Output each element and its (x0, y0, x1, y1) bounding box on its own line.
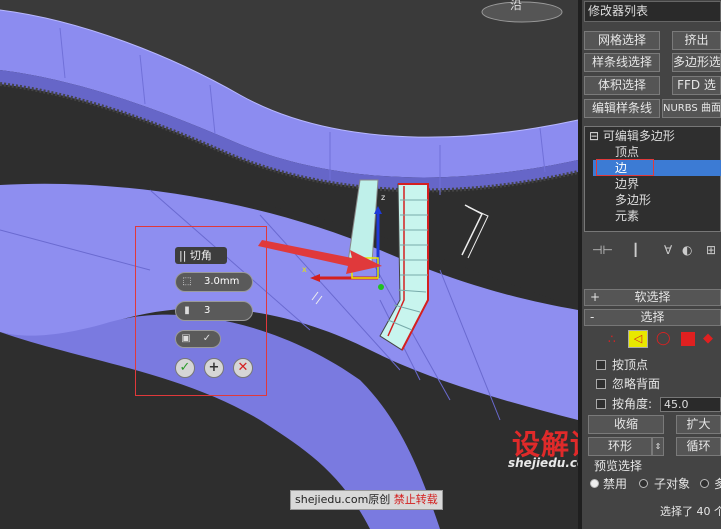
by-angle-checkbox[interactable] (596, 399, 606, 409)
ffd-select-button[interactable]: FFD 选 (672, 76, 721, 95)
show-end-result-icon[interactable]: ┃ (632, 243, 639, 257)
preview-selection-label: 预览选择 (594, 459, 643, 473)
svg-text:x: x (302, 265, 307, 274)
edit-spline-button[interactable]: 编辑样条线 (584, 99, 660, 118)
shrink-button[interactable]: 收缩 (588, 415, 664, 434)
chamfer-segments-value: 3 (204, 305, 211, 316)
element-mode-icon[interactable]: ◆ (703, 332, 717, 346)
ignore-backfacing-label: 忽略背面 (612, 377, 661, 391)
soft-select-rollout[interactable]: + 软选择 (584, 289, 721, 306)
configure-sets-icon[interactable]: ⊞ (706, 243, 716, 257)
stack-item-element[interactable]: 元素 (615, 208, 639, 224)
svg-text:z: z (381, 193, 385, 202)
spline-select-button[interactable]: 样条线选择 (584, 53, 660, 72)
stack-item-polygon[interactable]: 多边形 (615, 192, 651, 208)
expand-icon: + (590, 290, 601, 304)
segments-icon: ▮ (184, 305, 190, 316)
viewport-geometry: x z (0, 0, 578, 529)
subobject-radio[interactable] (639, 479, 648, 488)
extrude-button[interactable]: 挤出 (672, 31, 721, 50)
angle-field[interactable]: 45.0 (660, 397, 721, 412)
modifier-stack: ⊟ 可编辑多边形 顶点 边 边界 多边形 元素 (584, 126, 721, 232)
volume-select-button[interactable]: 体积选择 (584, 76, 660, 95)
plus-icon: + (208, 360, 220, 375)
chamfer-segments-spinner[interactable]: ▮ 3 (175, 301, 253, 321)
apply-button[interactable]: + (204, 358, 224, 378)
watermark-notice: 禁止转载 (393, 493, 438, 506)
check-icon: ✓ (179, 360, 191, 375)
disable-radio[interactable] (590, 479, 599, 488)
loop-button[interactable]: 循环 (676, 437, 721, 456)
by-vertex-checkbox[interactable] (596, 360, 606, 370)
open-chamfer-toggle[interactable]: ▣ ✓ (175, 330, 221, 348)
check-small-icon: ✓ (202, 333, 212, 344)
grow-button[interactable]: 扩大 (676, 415, 721, 434)
panel-divider[interactable] (578, 0, 582, 529)
open-chamfer-icon: ▣ (181, 333, 191, 344)
pin-stack-icon[interactable]: ⊣⊢ (592, 243, 613, 257)
viewport[interactable]: x z 沿 (0, 0, 578, 529)
stack-tools: ⊣⊢ ┃ ∀ ◐ ⊞ (584, 243, 721, 261)
watermark-bar: shejiedu.com原创 禁止转载 (290, 490, 443, 510)
disable-label: 禁用 (603, 477, 628, 491)
chamfer-amount-spinner[interactable]: ⬚ 3.0mm (175, 272, 253, 292)
vertex-mode-icon[interactable]: ∴ (608, 332, 622, 346)
stack-item-border[interactable]: 边界 (615, 176, 639, 192)
polygon-mode-icon[interactable] (681, 332, 695, 346)
modifier-list-dropdown[interactable]: 修改器列表 (584, 1, 721, 22)
stack-root[interactable]: ⊟ 可编辑多边形 (589, 128, 675, 144)
soft-select-label: 软选择 (634, 290, 671, 304)
chamfer-amount-icon: ⬚ (182, 276, 192, 287)
edge-mode-icon[interactable]: ◁ (628, 330, 648, 348)
ok-button[interactable]: ✓ (175, 358, 195, 378)
stack-item-vertex[interactable]: 顶点 (615, 144, 639, 160)
multi-label: 多 (714, 477, 721, 491)
ignore-backfacing-checkbox[interactable] (596, 379, 606, 389)
ring-spinner[interactable]: ⇕ (652, 437, 664, 456)
make-unique-icon[interactable]: ∀ (664, 243, 672, 257)
select-label: 选择 (640, 310, 665, 324)
close-icon: ✕ (237, 360, 249, 375)
cancel-button[interactable]: ✕ (233, 358, 253, 378)
collapse-icon: - (590, 310, 595, 324)
stack-root-label: 可编辑多边形 (602, 129, 675, 143)
ring-button[interactable]: 环形 (588, 437, 652, 456)
border-mode-icon[interactable]: ◯ (656, 332, 671, 346)
selection-status: 选择了 40 个 (660, 505, 721, 518)
chamfer-caddy: || 切角 ⬚ 3.0mm ▮ 3 ▣ ✓ ✓ + ✕ (135, 226, 267, 396)
mesh-select-button[interactable]: 网格选择 (584, 31, 660, 50)
multi-radio[interactable] (700, 479, 709, 488)
chamfer-amount-value: 3.0mm (204, 276, 240, 287)
poly-select-button[interactable]: 多边形选 (672, 53, 721, 72)
remove-modifier-icon[interactable]: ◐ (682, 243, 692, 257)
edge-highlight-box (596, 159, 654, 176)
by-angle-label: 按角度: (612, 397, 653, 411)
nurbs-surface-button[interactable]: NURBS 曲面 (662, 99, 721, 118)
viewport-label: 沿 (510, 0, 523, 12)
caddy-title: || 切角 (175, 247, 227, 264)
select-rollout[interactable]: - 选择 (584, 309, 721, 326)
subobject-label: 子对象 (654, 477, 691, 491)
by-vertex-label: 按顶点 (612, 358, 649, 372)
watermark-site: shejiedu.com原创 (295, 493, 391, 506)
